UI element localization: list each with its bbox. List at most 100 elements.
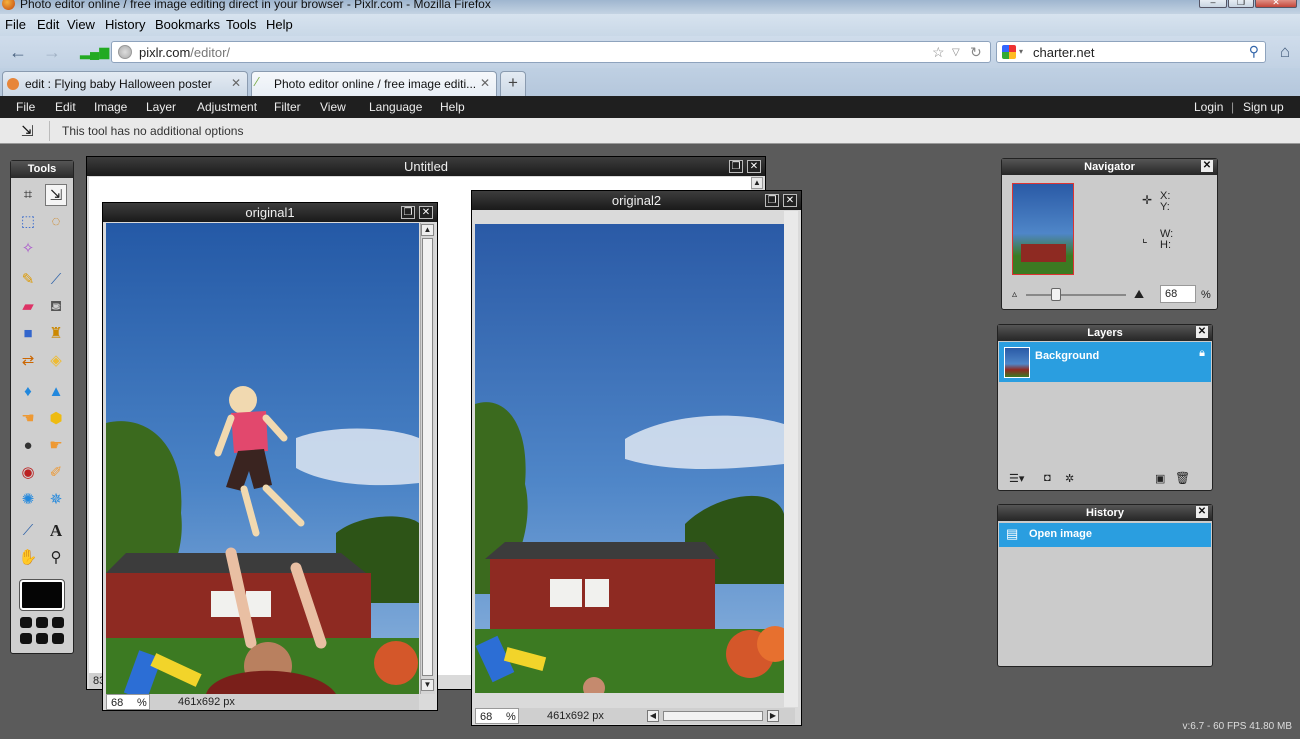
burn-tool-icon[interactable]: ☛: [45, 435, 67, 457]
layer-mask-icon[interactable]: ◘: [1044, 472, 1051, 484]
view-grid-icon[interactable]: [20, 617, 64, 647]
blur-tool-icon[interactable]: ♦: [17, 381, 39, 403]
maximize-window-button[interactable]: ❐: [729, 160, 743, 173]
window-titlebar[interactable]: original1 ❐ ✕: [103, 203, 437, 222]
type-tool-icon[interactable]: A: [45, 520, 67, 542]
sponge-tool-icon[interactable]: ⬢: [45, 408, 67, 430]
bookmark-star-icon[interactable]: ☆: [932, 44, 945, 61]
zoom-slider[interactable]: [1026, 288, 1126, 301]
browser-menu-history[interactable]: History: [105, 17, 145, 32]
vertical-scrollbar[interactable]: [784, 211, 798, 707]
red-eye-tool-icon[interactable]: ◉: [17, 462, 39, 484]
gradient-tool-icon[interactable]: ■: [17, 323, 39, 345]
maximize-window-button[interactable]: ❐: [401, 206, 415, 219]
tab-pixlr-editor[interactable]: ⁄ Photo editor online / free image editi…: [251, 71, 497, 96]
move-tool-icon[interactable]: ⇲: [45, 184, 67, 206]
zoom-in-icon[interactable]: ⛰: [1134, 287, 1144, 302]
minimize-button[interactable]: –: [1199, 0, 1227, 8]
scroll-down-button[interactable]: ▼: [421, 679, 434, 691]
zoom-out-icon[interactable]: ▵: [1012, 289, 1017, 300]
pencil-tool-icon[interactable]: ✎: [17, 269, 39, 291]
history-item-open-image[interactable]: ▤ Open image: [999, 523, 1211, 547]
close-window-button[interactable]: ✕: [747, 160, 761, 173]
url-text[interactable]: pixlr.com/editor/: [139, 45, 230, 60]
scroll-right-button[interactable]: ▶: [767, 710, 779, 722]
browser-menu-file[interactable]: File: [5, 17, 26, 32]
scroll-up-button[interactable]: ▲: [421, 224, 434, 236]
close-window-button[interactable]: ✕: [419, 206, 433, 219]
pixlr-menu-help[interactable]: Help: [440, 100, 465, 114]
pixlr-menu-image[interactable]: Image: [94, 100, 127, 114]
back-button[interactable]: ←: [8, 42, 28, 62]
pixlr-menu-layer[interactable]: Layer: [146, 100, 176, 114]
new-tab-button[interactable]: +: [500, 71, 526, 96]
layer-item-background[interactable]: Background 🔒︎: [999, 342, 1211, 382]
horizontal-scrollbar[interactable]: [663, 711, 763, 721]
dropdown-icon[interactable]: ▽: [952, 47, 960, 58]
search-box[interactable]: ▾ charter.net ⚲: [996, 41, 1266, 63]
address-bar[interactable]: pixlr.com/editor/ ☆ ▽ ↻: [111, 41, 991, 63]
smudge-tool-icon[interactable]: ☚: [17, 408, 39, 430]
foreground-color-swatch[interactable]: [19, 579, 65, 611]
pixlr-menu-adjustment[interactable]: Adjustment: [197, 100, 257, 114]
paint-bucket-icon[interactable]: ⛾: [45, 296, 67, 318]
close-tab-icon[interactable]: ✕: [480, 76, 490, 90]
maximize-window-button[interactable]: ❐: [765, 194, 779, 207]
layer-styles-icon[interactable]: ✲: [1065, 472, 1074, 485]
close-window-button[interactable]: ✕: [1255, 0, 1297, 8]
hand-tool-icon[interactable]: ✋: [17, 547, 39, 569]
browser-menu-help[interactable]: Help: [266, 17, 293, 32]
close-panel-button[interactable]: ✕: [1196, 506, 1208, 518]
magic-wand-icon[interactable]: ✧: [17, 238, 39, 260]
lasso-tool-icon[interactable]: ◌: [45, 211, 67, 233]
browser-menu-bookmarks[interactable]: Bookmarks: [155, 17, 220, 32]
search-engine-dropdown-icon[interactable]: ▾: [1019, 47, 1023, 56]
zoom-field[interactable]: 68 %: [475, 708, 519, 724]
scroll-thumb[interactable]: [422, 238, 433, 676]
photo-canvas-original2[interactable]: [475, 224, 784, 693]
login-link[interactable]: Login: [1194, 100, 1223, 114]
home-icon[interactable]: ⌂: [1275, 42, 1295, 62]
forward-button[interactable]: →: [42, 42, 62, 62]
layer-settings-icon[interactable]: ☰▾: [1009, 472, 1024, 485]
search-icon[interactable]: ⚲: [1249, 43, 1259, 60]
drawing-tool-icon[interactable]: ◈: [45, 350, 67, 372]
pixlr-menu-language[interactable]: Language: [369, 100, 422, 114]
zoom-input[interactable]: 68: [1160, 285, 1196, 303]
vertical-scrollbar[interactable]: ▲ ▼: [420, 223, 435, 694]
reload-icon[interactable]: ↻: [970, 44, 982, 61]
browser-menu-tools[interactable]: Tools: [226, 17, 256, 32]
close-window-button[interactable]: ✕: [783, 194, 797, 207]
navigator-thumbnail[interactable]: [1012, 183, 1074, 275]
sharpen-tool-icon[interactable]: ▲: [45, 381, 67, 403]
pixlr-menu-filter[interactable]: Filter: [274, 100, 301, 114]
color-picker-icon[interactable]: ⟋: [17, 520, 39, 542]
close-tab-icon[interactable]: ✕: [231, 76, 241, 90]
browser-menu-view[interactable]: View: [67, 17, 95, 32]
crop-tool-icon[interactable]: ⌗: [17, 184, 39, 206]
bloat-tool-icon[interactable]: ✺: [17, 489, 39, 511]
scroll-left-button[interactable]: ◀: [647, 710, 659, 722]
signup-link[interactable]: Sign up: [1243, 100, 1284, 114]
spot-heal-icon[interactable]: ✐: [45, 462, 67, 484]
window-titlebar[interactable]: Untitled ❐ ✕: [87, 157, 765, 176]
close-panel-button[interactable]: ✕: [1196, 326, 1208, 338]
zoom-field[interactable]: 68 %: [106, 694, 150, 710]
document-window-original2[interactable]: original2 ❐ ✕ 68 % 461x692 px ◀ ▶: [471, 190, 802, 726]
photo-canvas-original1[interactable]: [106, 223, 419, 694]
delete-layer-icon[interactable]: 🗑︎: [1175, 471, 1190, 485]
document-window-original1[interactable]: original1 ❐ ✕ ▲ ▼ 68 % 461x692 px: [102, 202, 438, 711]
color-replace-icon[interactable]: ⇄: [17, 350, 39, 372]
tab-flying-baby[interactable]: edit : Flying baby Halloween poster ✕: [2, 71, 248, 96]
zoom-slider-thumb[interactable]: [1051, 288, 1061, 301]
close-panel-button[interactable]: ✕: [1201, 160, 1213, 172]
maximize-button[interactable]: ❐: [1228, 0, 1254, 8]
zoom-tool-icon[interactable]: ⚲: [45, 547, 67, 569]
browser-menu-edit[interactable]: Edit: [37, 17, 59, 32]
eraser-tool-icon[interactable]: ▰: [17, 296, 39, 318]
new-layer-icon[interactable]: ▣: [1155, 472, 1165, 485]
pixlr-menu-file[interactable]: File: [16, 100, 35, 114]
scroll-up-button[interactable]: ▲: [751, 177, 763, 189]
marquee-tool-icon[interactable]: ⬚: [17, 211, 39, 233]
dodge-tool-icon[interactable]: ●: [17, 435, 39, 457]
